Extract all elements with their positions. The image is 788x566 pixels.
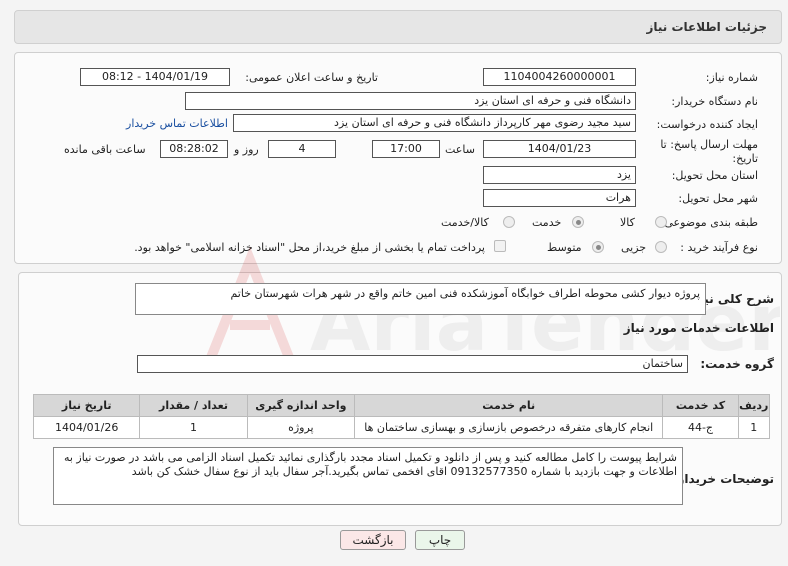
treasury-payment-note: پرداخت تمام یا بخشی از مبلغ خرید،از محل … <box>134 241 485 254</box>
cell-row: 1 <box>737 416 771 439</box>
col-need-date: تاریخ نیاز <box>32 394 141 417</box>
page-header: جزئیات اطلاعات نیاز <box>14 10 782 44</box>
announce-datetime-field: 1404/01/19 - 08:12 <box>80 68 230 86</box>
need-number-field: 1104004260000001 <box>483 68 636 86</box>
purchase-option-minor: جزیی <box>621 241 647 254</box>
print-button[interactable]: چاپ <box>415 530 465 550</box>
category-label: طبقه بندی موضوعی: <box>660 216 758 229</box>
deadline-time-label: ساعت <box>445 143 475 156</box>
remaining-time-label: ساعت باقی مانده <box>64 143 146 156</box>
treasury-payment-checkbox[interactable] <box>494 240 506 252</box>
requester-label: ایجاد کننده درخواست: <box>656 118 758 131</box>
category-radio-goods-service[interactable] <box>503 216 515 228</box>
buyer-notes-label: توضیحات خریدار: <box>672 472 774 486</box>
deadline-label: مهلت ارسال پاسخ: تا <box>660 138 758 151</box>
cell-unit: پروژه <box>246 416 356 439</box>
remaining-days-label: روز و <box>234 143 259 156</box>
purchase-radio-medium[interactable] <box>592 241 604 253</box>
remaining-days-field: 4 <box>268 140 336 158</box>
remaining-time-field: 08:28:02 <box>160 140 228 158</box>
city-label: شهر محل تحویل: <box>678 192 758 205</box>
page-title: جزئیات اطلاعات نیاز <box>646 20 767 34</box>
requester-field: سید مجید رضوی مهر کارپرداز دانشگاه فنی و… <box>233 114 636 132</box>
category-radio-service[interactable] <box>572 216 584 228</box>
need-number-label: شماره نیاز: <box>705 71 758 84</box>
city-field: هرات <box>483 189 636 207</box>
col-service-code: کد خدمت <box>662 394 739 417</box>
cell-service-name: انجام کارهای متفرقه درخصوص بازسازی و بهس… <box>354 416 664 439</box>
col-row: ردیف <box>737 394 771 417</box>
purchase-radio-minor[interactable] <box>655 241 667 253</box>
buyer-org-field: دانشگاه فنی و حرفه ای استان یزد <box>185 92 636 110</box>
province-label: استان محل تحویل: <box>671 169 758 182</box>
category-radio-goods[interactable] <box>655 216 667 228</box>
services-table-header: ردیف کد خدمت نام خدمت واحد اندازه گیری ت… <box>32 394 771 417</box>
services-table: ردیف کد خدمت نام خدمت واحد اندازه گیری ت… <box>32 394 771 439</box>
service-group-label: گروه خدمت: <box>700 357 774 371</box>
services-section-title: اطلاعات خدمات مورد نیاز <box>623 321 774 335</box>
deadline-time-field: 17:00 <box>372 140 440 158</box>
purchase-option-medium: متوسط <box>547 241 582 254</box>
buyer-contact-link[interactable]: اطلاعات تماس خریدار <box>123 117 231 130</box>
description-field: پروژه دیوار کشی محوطه اطراف خوابگاه آموز… <box>135 283 706 315</box>
province-field: یزد <box>483 166 636 184</box>
deadline-label-date: تاریخ: <box>732 152 758 165</box>
buyer-notes-field: شرایط پیوست را کامل مطالعه کنید و پس از … <box>53 447 683 505</box>
buyer-org-label: نام دستگاه خریدار: <box>671 95 758 108</box>
col-unit: واحد اندازه گیری <box>246 394 356 417</box>
category-option-goods: کالا <box>620 216 635 229</box>
cell-need-date: 1404/01/26 <box>32 416 141 439</box>
category-option-service: خدمت <box>532 216 562 229</box>
col-quantity: تعداد / مقدار <box>139 394 248 417</box>
cell-service-code: ج-44 <box>662 416 739 439</box>
category-option-goods-service: کالا/خدمت <box>441 216 489 229</box>
table-row: 1 ج-44 انجام کارهای متفرقه درخصوص بازساز… <box>32 416 771 439</box>
purchase-type-label: نوع فرآیند خرید : <box>680 241 758 254</box>
back-button[interactable]: بازگشت <box>340 530 406 550</box>
cell-quantity: 1 <box>139 416 248 439</box>
service-group-field: ساختمان <box>137 355 688 373</box>
deadline-date-field: 1404/01/23 <box>483 140 636 158</box>
col-service-name: نام خدمت <box>354 394 664 417</box>
announce-datetime-label: تاریخ و ساعت اعلان عمومی: <box>245 71 378 84</box>
